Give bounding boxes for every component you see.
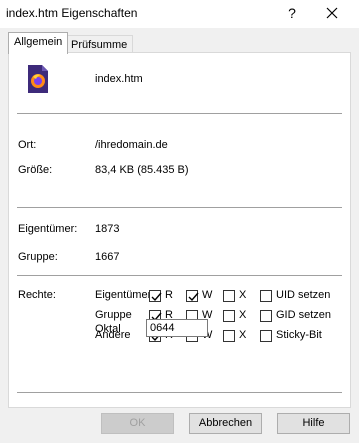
size-value: 83,4 KB (85.435 B) (95, 164, 189, 176)
execute-checkbox[interactable] (223, 330, 235, 342)
owner-value: 1873 (95, 223, 120, 235)
read-checkbox[interactable] (149, 290, 162, 302)
permission-row-label: Gruppe (95, 309, 132, 321)
write-checkbox-label: W (202, 289, 213, 301)
close-icon (326, 7, 338, 19)
group-label: Gruppe: (18, 251, 58, 263)
octal-label: Oktal (95, 323, 121, 335)
special-checkbox[interactable] (260, 310, 272, 322)
help-button[interactable]: Hilfe (277, 413, 350, 434)
cancel-button[interactable]: Abbrechen (189, 413, 262, 434)
special-checkbox[interactable] (260, 330, 272, 342)
special-checkbox-label: UID setzen (276, 289, 331, 301)
file-name: index.htm (95, 73, 143, 85)
close-button[interactable] (320, 3, 344, 23)
octal-input[interactable]: 0644 (146, 319, 208, 337)
window-title: index.htm Eigenschaften (6, 6, 138, 20)
dialog-body: Allgemein Prüfsumme index.htm Ort: /ihre… (0, 28, 359, 443)
separator (17, 113, 342, 114)
special-checkbox-label: Sticky-Bit (276, 329, 322, 341)
execute-checkbox[interactable] (223, 290, 235, 302)
check-icon (188, 292, 199, 302)
execute-checkbox-label: X (239, 329, 247, 341)
separator (17, 392, 342, 393)
execute-checkbox[interactable] (223, 310, 235, 322)
check-icon (151, 292, 162, 302)
size-label: Größe: (18, 164, 53, 176)
permission-row-label: Eigentümer (95, 289, 152, 301)
execute-checkbox-label: X (239, 309, 247, 321)
write-checkbox[interactable] (186, 290, 199, 302)
firefox-html-file-icon (28, 65, 48, 93)
group-value: 1667 (95, 251, 120, 263)
tab-general[interactable]: Allgemein (8, 32, 69, 54)
special-checkbox-label: GID setzen (276, 309, 332, 321)
location-value: /ihredomain.de (95, 139, 168, 151)
separator (17, 207, 342, 208)
execute-checkbox-label: X (239, 289, 247, 301)
location-label: Ort: (18, 139, 37, 151)
owner-label: Eigentümer: (18, 223, 78, 235)
general-panel: index.htm Ort: /ihredomain.de Größe: 83,… (8, 52, 351, 408)
help-title-button[interactable]: ? (281, 3, 303, 23)
special-checkbox[interactable] (260, 290, 272, 302)
ok-button[interactable]: OK (101, 413, 174, 434)
separator (17, 275, 342, 276)
permissions-label: Rechte: (18, 289, 56, 301)
title-bar: index.htm Eigenschaften ? (0, 0, 359, 28)
read-checkbox-label: R (165, 289, 173, 301)
